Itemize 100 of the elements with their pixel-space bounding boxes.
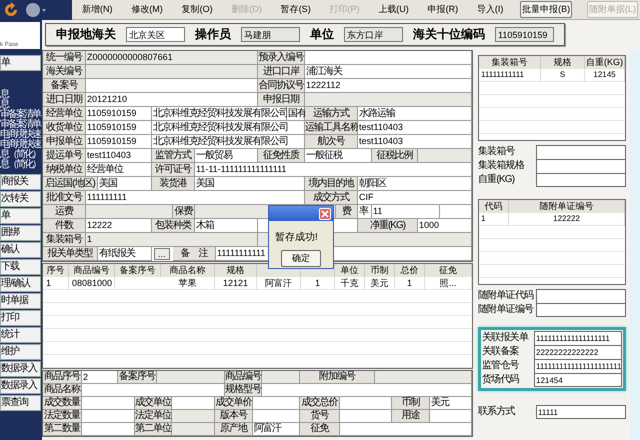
input-field[interactable]: 1111111111111111111111 (534, 359, 622, 373)
menu-item[interactable]: 息（简化） (0, 150, 40, 160)
menu-item[interactable]: 电商境快速 (0, 130, 40, 140)
input-field[interactable] (82, 397, 135, 410)
toolbar-button[interactable]: 上载(U) (376, 1, 411, 18)
sidebar-button[interactable]: 打印 (0, 310, 41, 326)
input-field[interactable]: 1 (86, 233, 258, 247)
toolbar-button[interactable]: 复制(O) (180, 1, 215, 18)
sidebar-button[interactable]: 确认 (0, 242, 41, 258)
input-field[interactable]: 1222112 (305, 79, 472, 93)
input-field[interactable]: 美国 (195, 177, 305, 191)
input-field[interactable]: 12222 (86, 219, 152, 233)
input-field[interactable] (536, 145, 626, 159)
input-field[interactable] (172, 397, 215, 410)
input-field[interactable] (82, 423, 135, 436)
input-field[interactable]: 111111111 (86, 191, 305, 205)
input-field[interactable]: 阿富汗 (253, 423, 300, 436)
input-field[interactable]: 22222222222222 (534, 345, 622, 359)
input-field[interactable]: 国有 (287, 107, 305, 121)
sidebar-button[interactable]: 时单据 (0, 293, 41, 309)
input-field[interactable] (172, 423, 215, 436)
input-field[interactable]: 1105910159 (495, 27, 554, 42)
sidebar-button[interactable]: 理/确认 (0, 276, 41, 292)
input-field[interactable]: 美元 (430, 397, 472, 410)
input-field[interactable]: 美国 (98, 177, 152, 191)
menu-item[interactable]: 电商境快速 (0, 140, 40, 150)
input-field[interactable]: 一般征税 (305, 149, 372, 163)
input-field[interactable] (340, 397, 392, 410)
toolbar-button[interactable]: 修改(M) (129, 1, 165, 18)
input-field[interactable]: 北京科维克经贸科技发展有限公司 (152, 135, 305, 149)
input-field[interactable] (305, 51, 472, 65)
input-field[interactable] (305, 93, 472, 107)
input-field[interactable]: test110403 (86, 149, 152, 163)
input-field[interactable]: 马建朋 (241, 27, 300, 42)
input-field[interactable] (340, 423, 472, 436)
input-field[interactable] (262, 371, 300, 384)
input-field[interactable] (157, 371, 225, 384)
menu-item[interactable]: 息 (0, 90, 8, 100)
input-field[interactable] (418, 149, 472, 163)
refresh-icon[interactable] (3, 2, 19, 18)
toolbar-button[interactable]: 新增(N) (80, 1, 114, 18)
input-field[interactable]: 经营单位 (86, 163, 152, 177)
input-field[interactable] (375, 371, 472, 384)
input-field[interactable]: 20121210 (86, 93, 258, 107)
sidebar-button[interactable]: 单 (0, 55, 41, 71)
sidebar-button[interactable]: 数据录入 (0, 361, 41, 377)
input-field[interactable]: test110403 (358, 121, 472, 135)
input-field[interactable] (340, 410, 392, 423)
sidebar-button[interactable]: 商报关 (0, 174, 41, 190)
sidebar-button[interactable]: 数据录入 (0, 378, 41, 394)
input-field[interactable]: 木箱 (195, 219, 258, 233)
toolbar-button[interactable]: 导入(I) (474, 1, 506, 18)
input-field[interactable]: 一般贸易 (195, 149, 258, 163)
input-field[interactable]: 1105910159 (86, 121, 152, 135)
menu-item[interactable]: 息 (0, 100, 8, 110)
ok-button[interactable]: 确定 (281, 250, 321, 267)
input-field[interactable]: test110403 (358, 135, 472, 149)
input-field[interactable]: 北京科维克经贸科技发展有限公司 (152, 121, 305, 135)
input-field[interactable]: 2 (82, 371, 118, 384)
input-field[interactable]: 11-11-111111111111111 (195, 163, 472, 177)
input-field[interactable]: 121454 (534, 373, 622, 387)
input-field[interactable] (262, 384, 472, 397)
input-field[interactable] (536, 289, 626, 303)
sidebar-button[interactable]: 统计 (0, 327, 41, 343)
sidebar-button[interactable]: 囲绑 (0, 225, 41, 241)
input-field[interactable]: 东方口岸 (344, 27, 403, 42)
input-field[interactable]: 北京关区 (126, 27, 185, 42)
input-field[interactable]: 11 (372, 205, 440, 219)
input-field[interactable] (536, 159, 626, 173)
browse-button[interactable]: ... (154, 248, 170, 260)
input-field[interactable]: 11111 (536, 405, 626, 419)
input-field[interactable] (82, 384, 225, 397)
input-field[interactable] (86, 205, 173, 219)
input-field[interactable] (253, 410, 300, 423)
input-field[interactable] (86, 79, 258, 93)
input-field[interactable] (536, 303, 626, 317)
input-field[interactable]: 1000 (418, 219, 472, 233)
input-field[interactable]: CIF (358, 191, 472, 205)
sidebar-button[interactable]: 票查询 (0, 395, 41, 411)
input-field[interactable] (86, 65, 258, 79)
menu-item[interactable]: 审备案清单 (0, 110, 40, 120)
input-field[interactable] (440, 205, 472, 219)
menu-item[interactable]: 息（简化） (0, 160, 40, 170)
toolbar-button[interactable]: 批量申报(B) (520, 1, 572, 18)
input-field[interactable] (536, 173, 626, 187)
input-field[interactable] (253, 397, 300, 410)
input-field[interactable]: 1105910159 (86, 135, 152, 149)
input-field[interactable]: 有纸报关 (98, 247, 152, 261)
input-field[interactable]: 1105910159 (86, 107, 152, 121)
sidebar-button[interactable]: 维护 (0, 344, 41, 360)
close-button[interactable] (319, 208, 331, 220)
input-field[interactable]: 朝阳区 (358, 177, 472, 191)
input-field[interactable] (82, 410, 135, 423)
sidebar-button[interactable]: 次转关 (0, 191, 41, 207)
input-field[interactable]: 水路运输 (358, 107, 472, 121)
input-field[interactable]: 率 (358, 205, 372, 219)
toolbar-button[interactable]: 申报(R) (426, 1, 460, 18)
sidebar-button[interactable]: 下载 (0, 259, 41, 275)
input-field[interactable]: 1111111111111111111 (534, 331, 622, 345)
circle-menu-icon[interactable] (25, 2, 47, 18)
